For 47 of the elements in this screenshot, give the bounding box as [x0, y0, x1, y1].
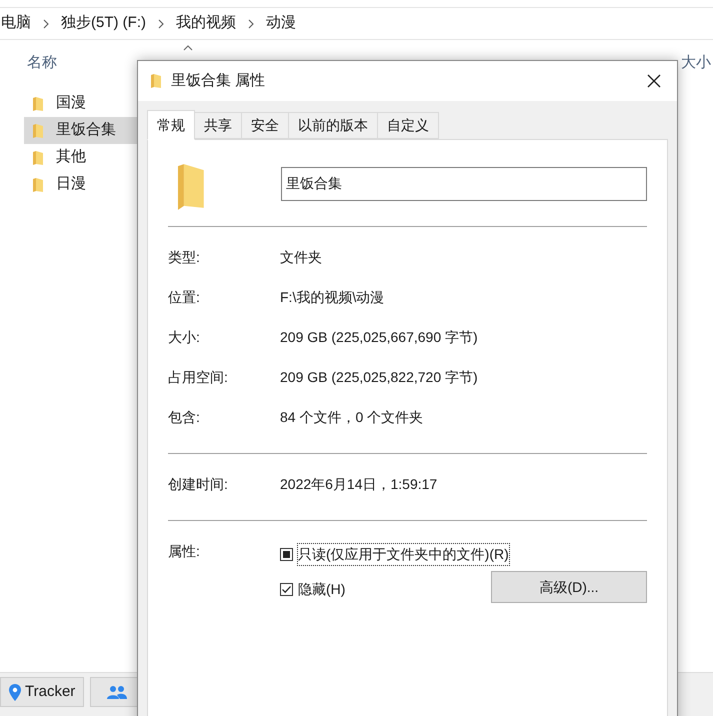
file-row[interactable]: 其他: [24, 144, 154, 171]
name-field[interactable]: 里饭合集: [280, 167, 647, 201]
folder-icon: [32, 122, 44, 138]
folder-icon: [32, 150, 44, 166]
field-value: 209 GB (225,025,667,690 字节): [280, 328, 478, 347]
field-label: 包含:: [168, 408, 201, 426]
people-icon: [107, 685, 128, 699]
field-label: 类型:: [168, 248, 201, 266]
field-label: 位置:: [168, 288, 201, 306]
chevron-icon: [43, 18, 49, 28]
field-label: 创建时间:: [168, 474, 229, 494]
tab[interactable]: 自定义: [378, 112, 439, 139]
advanced-button[interactable]: 高级(D)...: [491, 571, 647, 603]
checkbox[interactable]: [280, 582, 293, 596]
taskbar-button[interactable]: Tracker: [0, 677, 84, 707]
column-header[interactable]: 大小: [681, 52, 711, 74]
breadcrumb-item[interactable]: 我的视频: [176, 12, 236, 35]
tab[interactable]: 共享: [195, 112, 242, 139]
folder-icon: [150, 73, 162, 89]
chevron-icon: [248, 18, 254, 28]
field-value: 209 GB (225,025,822,720 字节): [280, 368, 478, 387]
column-header[interactable]: 名称: [27, 52, 57, 74]
breadcrumb-item[interactable]: 独步(5T) (F:): [61, 12, 146, 35]
checkbox-label[interactable]: 只读(仅应用于文件夹中的文件)(R): [297, 542, 510, 566]
checkbox-label[interactable]: 隐藏(H): [297, 578, 346, 600]
tab[interactable]: 以前的版本: [289, 112, 378, 139]
checkbox[interactable]: [280, 548, 293, 560]
breadcrumb-item[interactable]: 电脑: [1, 12, 31, 35]
map-pin-icon: [9, 684, 21, 700]
folder-icon: [32, 96, 44, 112]
folder-icon: [176, 162, 206, 212]
field-value: 2022年6月14日，1:59:17: [280, 474, 438, 494]
field-label: 占用空间:: [168, 368, 229, 386]
window-title: 里饭合集 属性: [171, 70, 266, 91]
tab[interactable]: 安全: [242, 112, 289, 139]
breadcrumb-item[interactable]: 动漫: [266, 12, 296, 35]
field-label: 属性:: [168, 542, 201, 561]
field-value: F:\我的视频\动漫: [280, 288, 384, 306]
field-label: 大小:: [168, 328, 201, 346]
file-row[interactable]: 日漫: [24, 171, 154, 198]
field-value: 文件夹: [280, 248, 322, 266]
folder-icon: [32, 176, 44, 192]
sort-caret-icon: [183, 45, 193, 51]
chevron-icon: [158, 18, 164, 28]
tab[interactable]: 常规: [147, 110, 195, 140]
close-icon[interactable]: [647, 74, 661, 88]
field-value: 84 个文件，0 个文件夹: [280, 408, 424, 426]
